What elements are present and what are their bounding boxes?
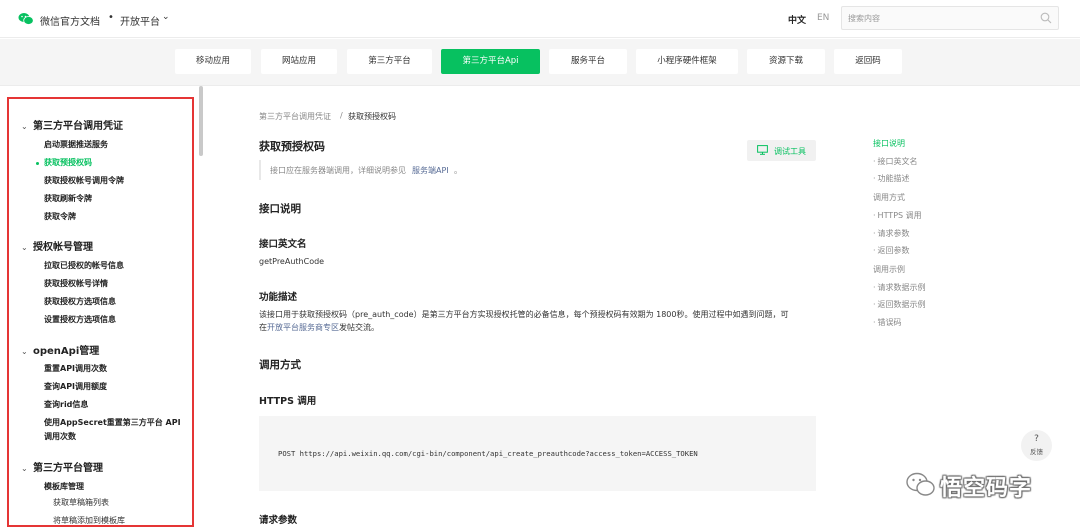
sidebar-item[interactable]: 获取刷新令牌 <box>44 193 92 205</box>
chevron-down-icon[interactable]: ⌄ <box>21 122 33 131</box>
chevron-down-icon[interactable]: ⌄ <box>21 347 33 356</box>
notice-text: 接口应在服务器端调用，详细说明参见 <box>270 166 406 175</box>
search-box[interactable] <box>841 6 1059 30</box>
search-icon[interactable] <box>1040 12 1052 24</box>
tab-website-app[interactable]: 网站应用 <box>261 49 337 74</box>
toc-item[interactable]: 功能描述 <box>873 173 910 184</box>
subsection-heading: HTTPS 调用 <box>259 396 317 407</box>
sidebar-item[interactable]: 启动票据推送服务 <box>44 139 108 151</box>
request-url-code: POST https://api.weixin.qq.com/cgi-bin/c… <box>278 449 698 458</box>
sidebar-item-active[interactable]: 获取预授权码 <box>36 157 92 169</box>
sidebar-scrollbar[interactable] <box>199 86 203 156</box>
notice-box: 接口应在服务器端调用，详细说明参见 服务端API 。 <box>259 160 749 180</box>
toc-item[interactable]: 接口说明 <box>873 138 905 149</box>
sidebar-item[interactable]: 获取授权帐号调用令牌 <box>44 175 124 187</box>
monitor-icon <box>757 145 768 155</box>
tab-resource-download[interactable]: 资源下载 <box>747 49 825 74</box>
sidebar-nav: ⌄ 第三方平台调用凭证 启动票据推送服务 获取预授权码 获取授权帐号调用令牌 获取… <box>7 97 194 527</box>
toc-item[interactable]: 调用方式 <box>873 192 905 203</box>
sidebar-item[interactable]: 使用AppSecret重置第三方平台 API <box>44 417 181 429</box>
brand-title[interactable]: 微信官方文档 <box>40 13 100 28</box>
sidebar-item[interactable]: 获取授权方选项信息 <box>44 296 116 308</box>
debug-tool-button[interactable]: 调试工具 <box>747 140 816 161</box>
sidebar-item[interactable]: 设置授权方选项信息 <box>44 314 116 326</box>
section-heading: 调用方式 <box>259 359 301 371</box>
platform-selector[interactable]: 开放平台 <box>120 13 160 28</box>
tab-third-party-platform[interactable]: 第三方平台 <box>347 49 432 74</box>
tab-mobile-app[interactable]: 移动应用 <box>175 49 251 74</box>
chevron-down-icon[interactable]: ⌄ <box>162 12 170 22</box>
breadcrumb-separator: / <box>340 111 343 120</box>
sidebar-section[interactable]: ⌄ 授权帐号管理 <box>21 238 93 253</box>
brand-separator: • <box>108 12 114 23</box>
sidebar-subitem[interactable]: 将草稿添加到模板库 <box>53 515 125 525</box>
sidebar-item[interactable]: 获取授权帐号详情 <box>44 278 108 290</box>
section-heading: 接口说明 <box>259 203 301 215</box>
service-provider-zone-link[interactable]: 开放平台服务商专区 <box>267 323 339 332</box>
toc-item[interactable]: 请求参数 <box>873 228 910 239</box>
notice-end: 。 <box>454 166 462 175</box>
sidebar-subitem[interactable]: 获取草稿箱列表 <box>53 497 109 508</box>
chevron-down-icon[interactable]: ⌄ <box>21 464 33 473</box>
search-input[interactable] <box>848 11 1028 25</box>
category-tab-bar: 移动应用 网站应用 第三方平台 第三方平台Api 服务平台 小程序硬件框架 资源… <box>0 39 1080 86</box>
tab-third-party-api[interactable]: 第三方平台Api <box>441 49 540 74</box>
feedback-label: 反馈 <box>1030 448 1043 456</box>
toc-item[interactable]: 请求数据示例 <box>873 282 926 293</box>
sidebar-item[interactable]: 重置API调用次数 <box>44 363 107 375</box>
api-en-name-value: getPreAuthCode <box>259 257 325 266</box>
toc-item[interactable]: HTTPS 调用 <box>873 210 922 221</box>
sidebar-section[interactable]: ⌄ 第三方平台调用凭证 <box>21 117 123 132</box>
watermark: 悟空码字 <box>902 468 1072 502</box>
sidebar-item[interactable]: 查询rid信息 <box>44 399 88 411</box>
watermark-text: 悟空码字 <box>940 476 1033 501</box>
sidebar-item[interactable]: 查询API调用额度 <box>44 381 107 393</box>
sidebar-item[interactable]: 模板库管理 <box>44 481 84 493</box>
code-block: POST https://api.weixin.qq.com/cgi-bin/c… <box>259 416 816 491</box>
lang-en-link[interactable]: EN <box>817 13 829 23</box>
toc-item[interactable]: 返回参数 <box>873 245 910 256</box>
func-description-line1: 该接口用于获取预授权码（pre_auth_code）是第三方平台方实现授权托管的… <box>259 310 789 319</box>
toc-item[interactable]: 调用示例 <box>873 264 905 275</box>
sidebar-section[interactable]: ⌄ 第三方平台管理 <box>21 459 103 474</box>
breadcrumb-parent[interactable]: 第三方平台调用凭证 <box>259 111 331 122</box>
question-icon: ? <box>1034 434 1039 444</box>
feedback-button[interactable]: ? 反馈 <box>1021 430 1052 461</box>
func-description-line2: 在开放平台服务商专区发帖交流。 <box>259 323 379 332</box>
sidebar-item[interactable]: 拉取已授权的帐号信息 <box>44 260 124 272</box>
subsection-heading: 请求参数 <box>259 515 298 526</box>
top-header: 微信官方文档 • 开放平台 ⌄ 中文 EN <box>0 0 1080 38</box>
tab-service-platform[interactable]: 服务平台 <box>549 49 627 74</box>
subsection-heading: 接口英文名 <box>259 239 307 250</box>
wechat-watermark-icon <box>906 472 935 496</box>
server-api-link[interactable]: 服务端API <box>412 165 449 176</box>
lang-zh-link[interactable]: 中文 <box>788 13 806 26</box>
sidebar-item[interactable]: 获取令牌 <box>44 211 76 223</box>
tab-return-code[interactable]: 返回码 <box>834 49 902 74</box>
toc-item[interactable]: 返回数据示例 <box>873 299 926 310</box>
chevron-down-icon[interactable]: ⌄ <box>21 243 33 252</box>
sidebar-item-continued[interactable]: 调用次数 <box>44 431 76 443</box>
toc-item[interactable]: 接口英文名 <box>873 156 918 167</box>
toc-item[interactable]: 错误码 <box>873 317 902 328</box>
subsection-heading: 功能描述 <box>259 292 298 303</box>
debug-tool-label: 调试工具 <box>774 147 806 156</box>
page-title: 获取预授权码 <box>259 140 325 153</box>
wechat-logo-icon[interactable] <box>18 12 34 26</box>
tab-mini-program-hardware[interactable]: 小程序硬件框架 <box>636 49 738 74</box>
breadcrumb-current: 获取预授权码 <box>348 112 396 121</box>
sidebar-section[interactable]: ⌄ openApi管理 <box>21 342 99 357</box>
